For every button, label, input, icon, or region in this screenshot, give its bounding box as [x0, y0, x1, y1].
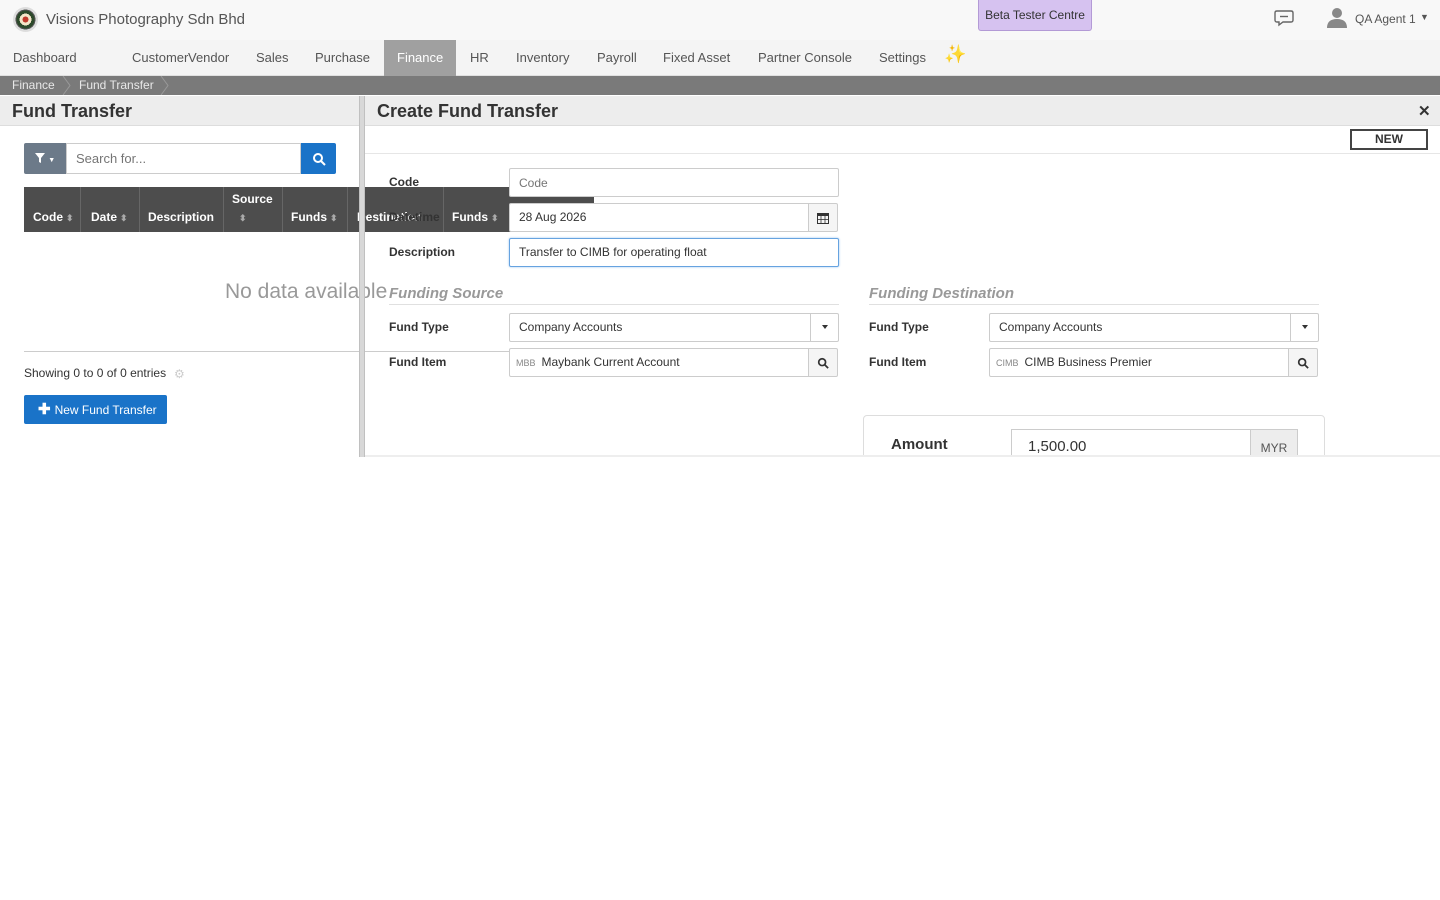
source-fund-type-dropdown[interactable]	[810, 313, 839, 342]
close-icon[interactable]: ✕	[1418, 102, 1431, 120]
destination-fund-item-search-button[interactable]	[1288, 348, 1318, 377]
main-nav: Dashboard Customer Vendor Sales Purchase…	[0, 40, 1440, 76]
nav-item-inventory[interactable]: Inventory	[503, 40, 582, 76]
amount-label: Amount	[891, 436, 948, 453]
form-header: Create Fund Transfer ✕	[365, 96, 1440, 126]
datetime-label: Datetime	[389, 210, 440, 224]
destination-fund-item-label: Fund Item	[869, 355, 927, 369]
nav-item-fixed-asset[interactable]: Fixed Asset	[650, 40, 743, 76]
search-input[interactable]	[66, 143, 301, 174]
code-input[interactable]	[509, 168, 839, 197]
nav-item-hr[interactable]: HR	[457, 40, 502, 76]
breadcrumb-fund-transfer[interactable]: Fund Transfer	[79, 76, 154, 95]
search-button[interactable]	[301, 143, 336, 174]
calendar-button[interactable]	[808, 203, 838, 232]
search-icon	[313, 153, 326, 166]
chevron-down-icon	[822, 325, 828, 329]
company-logo	[13, 7, 38, 32]
sort-icon: ⬍	[66, 213, 74, 223]
amount-card: Amount 1,500.00 MYR	[863, 415, 1325, 457]
destination-fund-type-dropdown[interactable]	[1290, 313, 1319, 342]
user-menu[interactable]: QA Agent 1	[1355, 12, 1416, 26]
nav-item-sales[interactable]: Sales	[243, 40, 302, 76]
sort-icon[interactable]: ⬍	[236, 210, 247, 224]
filter-button[interactable]: ▼	[24, 143, 66, 174]
breadcrumb: Finance Fund Transfer	[0, 76, 1440, 95]
status-badge: NEW	[1350, 129, 1428, 150]
create-fund-transfer-panel: Create Fund Transfer ✕ NEW Code Datetime…	[365, 96, 1440, 457]
currency-label: MYR	[1250, 429, 1298, 457]
sort-icon: ⬍	[120, 213, 128, 223]
list-panel-title: Fund Transfer	[12, 101, 133, 121]
column-date[interactable]: Date ⬍	[91, 210, 128, 224]
destination-fund-item-input[interactable]: CIMB CIMB Business Premier	[989, 348, 1289, 377]
chevron-down-icon: ▼	[48, 157, 56, 164]
funding-source-heading: Funding Source	[389, 285, 504, 302]
beta-tester-button[interactable]: Beta Tester Centre	[978, 0, 1092, 31]
search-icon	[1297, 357, 1309, 369]
destination-fund-type-select[interactable]: Company Accounts	[989, 313, 1291, 342]
nav-item-vendor[interactable]: Vendor	[175, 40, 242, 76]
new-fund-transfer-button[interactable]: ✚ New Fund Transfer	[24, 395, 167, 424]
company-name: Visions Photography Sdn Bhd	[46, 11, 246, 28]
nav-item-partner-console[interactable]: Partner Console	[745, 40, 865, 76]
form-title: Create Fund Transfer	[377, 101, 559, 121]
nav-item-purchase[interactable]: Purchase	[302, 40, 383, 76]
amount-input[interactable]: 1,500.00	[1011, 429, 1251, 457]
source-fund-type-label: Fund Type	[389, 320, 449, 334]
nav-item-dashboard[interactable]: Dashboard	[0, 40, 90, 76]
top-bar: Visions Photography Sdn Bhd Beta Tester …	[0, 0, 1440, 40]
funding-destination-heading: Funding Destination	[869, 285, 1014, 302]
user-icon[interactable]	[1326, 6, 1348, 28]
nav-item-settings[interactable]: Settings	[866, 40, 939, 76]
sparkle-icon[interactable]: ✨	[944, 44, 966, 65]
source-fund-item-search-button[interactable]	[808, 348, 838, 377]
pagination-info: Showing 0 to 0 of 0 entries	[24, 366, 167, 380]
plus-icon: ✚	[38, 401, 51, 418]
sort-icon: ⬍	[330, 213, 338, 223]
description-label: Description	[389, 245, 456, 259]
search-icon	[817, 357, 829, 369]
breadcrumb-finance[interactable]: Finance	[12, 76, 55, 95]
gear-icon[interactable]: ⚙	[174, 367, 185, 381]
source-fund-item-label: Fund Item	[389, 355, 447, 369]
nav-item-finance[interactable]: Finance	[384, 40, 457, 76]
chevron-down-icon	[1302, 325, 1308, 329]
filter-icon	[34, 153, 45, 163]
breadcrumb-separator-icon	[62, 76, 71, 95]
calendar-icon	[817, 213, 829, 224]
column-description[interactable]: Description	[148, 210, 214, 224]
chat-icon[interactable]	[1274, 9, 1294, 27]
column-code[interactable]: Code ⬍	[33, 210, 74, 224]
nav-item-payroll[interactable]: Payroll	[584, 40, 650, 76]
source-fund-type-select[interactable]: Company Accounts	[509, 313, 811, 342]
column-source-funds[interactable]: Funds ⬍	[291, 210, 338, 224]
breadcrumb-separator-icon	[160, 76, 169, 95]
column-source-group: Source	[232, 192, 273, 206]
code-label: Code	[389, 175, 419, 189]
datetime-input[interactable]: 28 Aug 2026	[509, 203, 809, 232]
destination-fund-type-label: Fund Type	[869, 320, 929, 334]
source-fund-item-input[interactable]: MBB Maybank Current Account	[509, 348, 809, 377]
description-input[interactable]: Transfer to CIMB for operating float	[509, 238, 839, 267]
chevron-down-icon[interactable]: ▼	[1420, 12, 1429, 22]
